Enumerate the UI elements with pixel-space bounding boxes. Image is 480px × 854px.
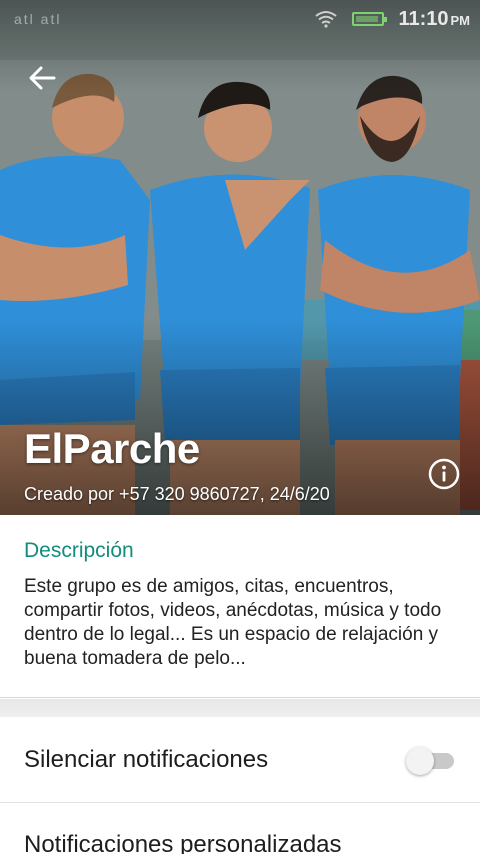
- mute-notifications-label: Silenciar notificaciones: [24, 745, 269, 773]
- mute-notifications-row[interactable]: Silenciar notificaciones: [0, 717, 480, 803]
- custom-notifications-label: Notificaciones personalizadas: [24, 831, 342, 854]
- section-divider: [0, 699, 480, 717]
- group-created-info: Creado por +57 320 9860727, 24/6/20: [24, 484, 330, 504]
- description-section[interactable]: Descripción Este grupo es de amigos, cit…: [0, 515, 480, 698]
- signal-indicator: atl atl: [14, 11, 62, 27]
- clock: 11:10 PM: [398, 7, 470, 30]
- description-text: Este grupo es de amigos, citas, encuentr…: [24, 576, 442, 669]
- info-icon[interactable]: [428, 458, 460, 490]
- mute-notifications-toggle[interactable]: [406, 745, 456, 775]
- arrow-back-icon: [29, 66, 56, 90]
- wifi-icon: [315, 11, 338, 28]
- notification-settings: Silenciar notificaciones Notificaciones …: [0, 717, 480, 854]
- description-title: Descripción: [24, 539, 134, 562]
- back-button[interactable]: [22, 60, 62, 96]
- group-photo[interactable]: atl atl 11:10 PM ElParche Creado por +57 …: [0, 0, 480, 515]
- battery-icon: [352, 12, 388, 26]
- status-bar: atl atl 11:10 PM: [0, 0, 480, 38]
- group-name: ElParche: [24, 425, 200, 472]
- custom-notifications-row[interactable]: Notificaciones personalizadas: [0, 803, 480, 854]
